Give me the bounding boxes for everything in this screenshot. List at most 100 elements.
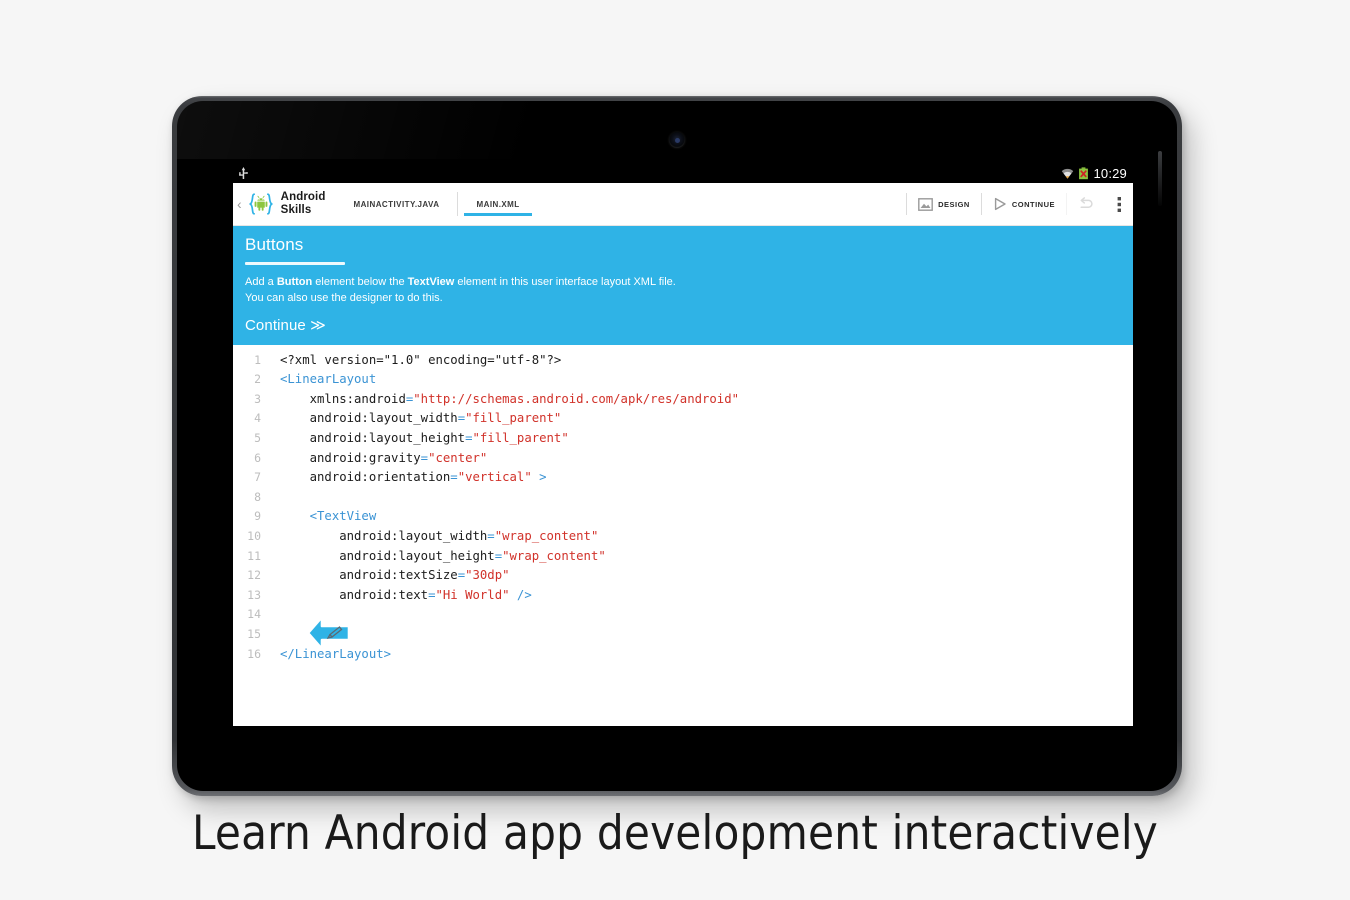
code-line-text[interactable]: <?xml version="1.0" encoding="utf-8"?> — [267, 351, 561, 371]
line-number: 1 — [233, 351, 267, 371]
code-line-text[interactable]: android:layout_height="fill_parent" — [267, 429, 569, 449]
code-line[interactable]: 8 — [233, 488, 1133, 508]
code-token: "Hi World" — [435, 588, 509, 602]
line-number: 12 — [233, 566, 267, 586]
marketing-caption: Learn Android app development interactiv… — [0, 806, 1350, 861]
code-token: "vertical" — [458, 470, 532, 484]
body-bold-textview: TextView — [408, 276, 455, 288]
tablet-bezel: 10:29 ‹ — [177, 101, 1177, 791]
status-bar-clock: 10:29 — [1093, 167, 1127, 180]
line-number: 2 — [233, 370, 267, 390]
file-tabs: MAINACTIVITY.JAVA MAIN.XML — [335, 183, 537, 225]
code-line[interactable]: 7 android:orientation="vertical" > — [233, 468, 1133, 488]
body-bold-button: Button — [277, 276, 312, 288]
app-title: Android Skills — [281, 191, 326, 217]
code-line[interactable]: 15 — [233, 625, 1133, 645]
android-skills-logo-icon — [247, 190, 275, 218]
title-underline — [245, 262, 345, 265]
code-line-text[interactable]: <TextView — [267, 507, 376, 527]
code-line[interactable]: 5 android:layout_height="fill_parent" — [233, 429, 1133, 449]
code-token: "wrap_content" — [495, 529, 599, 543]
overflow-menu-icon — [1117, 196, 1122, 213]
code-line[interactable]: 14 — [233, 605, 1133, 625]
lesson-body-line2: You can also use the designer to do this… — [245, 290, 1121, 307]
code-line[interactable]: 9 <TextView — [233, 507, 1133, 527]
line-number: 5 — [233, 429, 267, 449]
code-token: = — [458, 568, 465, 582]
code-line-text[interactable]: android:layout_width="fill_parent" — [267, 409, 561, 429]
image-design-icon — [918, 198, 933, 211]
front-camera-icon — [669, 132, 685, 148]
code-token: android:textSize — [280, 568, 458, 582]
code-token: > — [532, 470, 547, 484]
undo-button[interactable] — [1066, 193, 1106, 215]
line-number: 16 — [233, 645, 267, 665]
wifi-icon — [1061, 167, 1074, 180]
code-line-text[interactable]: android:gravity="center" — [267, 449, 487, 469]
tablet-screen: 10:29 ‹ — [233, 163, 1133, 726]
undo-icon — [1078, 197, 1095, 212]
code-line[interactable]: 3 xmlns:android="http://schemas.android.… — [233, 390, 1133, 410]
code-line-text[interactable]: android:textSize="30dp" — [267, 566, 510, 586]
play-triangle-icon — [993, 197, 1007, 211]
code-token: android:layout_height — [280, 549, 495, 563]
code-line[interactable]: 13 android:text="Hi World" /> — [233, 586, 1133, 606]
app-action-bar: ‹ — [233, 183, 1133, 226]
continue-link[interactable]: Continue ≫ — [245, 316, 1121, 334]
code-line[interactable]: 1 <?xml version="1.0" encoding="utf-8"?> — [233, 351, 1133, 371]
code-token: "fill_parent" — [473, 431, 569, 445]
code-token: "30dp" — [465, 568, 509, 582]
code-line-text[interactable] — [267, 625, 280, 645]
code-line-text[interactable]: <LinearLayout — [267, 370, 376, 390]
android-status-bar: 10:29 — [233, 163, 1133, 183]
code-line[interactable]: 10 android:layout_width="wrap_content" — [233, 527, 1133, 547]
code-editor[interactable]: 1 <?xml version="1.0" encoding="utf-8"?> 2… — [233, 345, 1133, 726]
tab-main-xml[interactable]: MAIN.XML — [457, 192, 537, 216]
body-prefix: Add a — [245, 276, 277, 288]
code-line[interactable]: 16</LinearLayout> — [233, 645, 1133, 665]
tab-mainactivity-java[interactable]: MAINACTIVITY.JAVA — [335, 183, 457, 225]
code-lines[interactable]: 1 <?xml version="1.0" encoding="utf-8"?> 2… — [233, 351, 1133, 665]
bezel-gloss — [177, 101, 1177, 159]
screen-edge-highlight — [1158, 151, 1162, 206]
tablet-device: 10:29 ‹ — [172, 96, 1182, 796]
edit-pencil-arrow-icon[interactable] — [306, 613, 352, 653]
line-number: 10 — [233, 527, 267, 547]
code-token: /> — [510, 588, 532, 602]
back-chevron-icon[interactable]: ‹ — [237, 197, 242, 211]
code-line-text[interactable] — [267, 488, 280, 508]
app-home-button[interactable]: ‹ — [233, 183, 335, 225]
overflow-menu-button[interactable] — [1106, 183, 1133, 225]
code-line[interactable]: 4 android:layout_width="fill_parent" — [233, 409, 1133, 429]
line-number: 11 — [233, 547, 267, 567]
code-line[interactable]: 12 android:textSize="30dp" — [233, 566, 1133, 586]
code-line[interactable]: 6 android:gravity="center" — [233, 449, 1133, 469]
code-line-text[interactable]: xmlns:android="http://schemas.android.co… — [267, 390, 739, 410]
code-line[interactable]: 2<LinearLayout — [233, 370, 1133, 390]
app-title-line1: Android — [281, 191, 326, 204]
code-token: = — [495, 549, 502, 563]
actionbar-spacer — [538, 183, 906, 225]
design-button[interactable]: DESIGN — [906, 193, 981, 215]
continue-button[interactable]: CONTINUE — [981, 193, 1066, 215]
code-token: = — [487, 529, 494, 543]
code-token: = — [465, 431, 472, 445]
code-line-text[interactable]: android:layout_width="wrap_content" — [267, 527, 598, 547]
code-line-text[interactable]: android:text="Hi World" /> — [267, 586, 532, 606]
line-number: 6 — [233, 449, 267, 469]
code-token: = — [458, 411, 465, 425]
line-number: 4 — [233, 409, 267, 429]
line-number: 7 — [233, 468, 267, 488]
code-line-text[interactable]: android:layout_height="wrap_content" — [267, 547, 606, 567]
line-number: 9 — [233, 507, 267, 527]
code-line-text[interactable] — [267, 605, 280, 625]
lesson-body: Add a Button element below the TextView … — [245, 274, 1121, 307]
code-token: <?xml version="1.0" encoding="utf-8"?> — [280, 353, 561, 367]
code-line-text[interactable]: android:orientation="vertical" > — [267, 468, 547, 488]
code-token: android:orientation — [280, 470, 450, 484]
line-number: 13 — [233, 586, 267, 606]
camera-lens-dot — [675, 138, 680, 143]
code-token: "fill_parent" — [465, 411, 561, 425]
code-line[interactable]: 11 android:layout_height="wrap_content" — [233, 547, 1133, 567]
actionbar-actions: DESIGN CONTINUE — [906, 183, 1133, 225]
